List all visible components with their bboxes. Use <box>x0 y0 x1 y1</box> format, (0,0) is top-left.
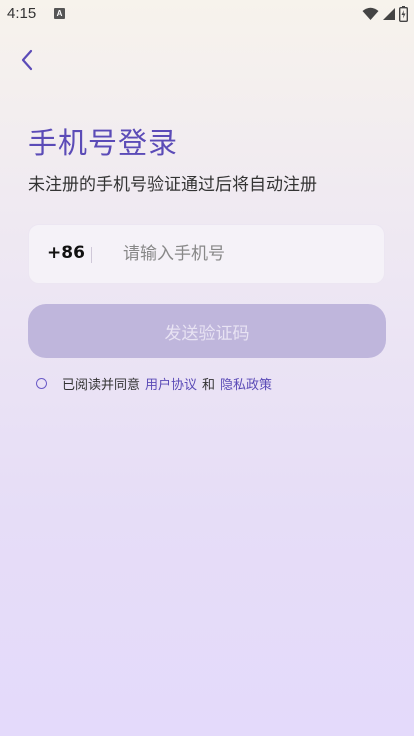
divider <box>91 247 92 263</box>
system-icons <box>362 5 408 23</box>
back-button[interactable] <box>14 46 40 74</box>
page-subtitle: 未注册的手机号验证通过后将自动注册 <box>28 175 317 195</box>
chevron-left-icon <box>21 49 33 71</box>
phone-input[interactable] <box>113 239 383 269</box>
send-code-button[interactable]: 发送验证码 <box>28 304 386 358</box>
signal-icon <box>383 8 395 20</box>
user-agreement-link[interactable]: 用户协议 <box>145 374 197 393</box>
wifi-icon <box>362 7 379 20</box>
page-title: 手机号登录 <box>28 126 179 160</box>
privacy-policy-link[interactable]: 隐私政策 <box>220 374 272 393</box>
phone-field-container: +86 <box>28 224 385 284</box>
status-time: 4:15 <box>7 5 37 22</box>
notification-a-icon: A <box>54 8 65 19</box>
country-code[interactable]: +86 <box>47 243 85 263</box>
agreement-prefix: 已阅读并同意 <box>62 378 141 393</box>
agreement-conjunction: 和 <box>202 378 216 393</box>
agreement-row: 已阅读并同意 用户协议 和 隐私政策 <box>36 374 272 393</box>
status-bar: 4:15 A <box>0 0 414 28</box>
battery-icon <box>399 6 408 22</box>
agree-radio[interactable] <box>36 378 47 389</box>
